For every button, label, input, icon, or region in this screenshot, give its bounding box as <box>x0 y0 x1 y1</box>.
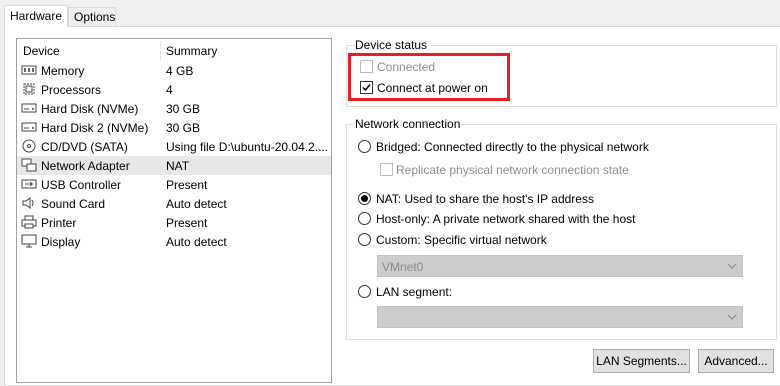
chevron-down-icon <box>727 263 737 269</box>
speaker-icon <box>22 197 34 209</box>
device-summary: 30 GB <box>166 121 201 135</box>
device-status-title: Device status <box>353 38 430 52</box>
connect-at-power-on-checkbox[interactable] <box>360 81 373 94</box>
printer-icon <box>21 215 37 229</box>
custom-network-select[interactable]: VMnet0 <box>377 255 743 277</box>
hard-disk-icon <box>21 103 37 113</box>
device-status-group: Device status Connected Connect at power… <box>346 38 777 107</box>
device-summary: 4 GB <box>166 64 194 78</box>
device-row-display[interactable]: Display Auto detect <box>17 232 331 251</box>
device-row-sound-card[interactable]: Sound Card Auto detect <box>17 194 331 213</box>
device-name: Network Adapter <box>41 159 130 173</box>
tab-hardware[interactable]: Hardware <box>4 5 68 27</box>
host-only-radio[interactable] <box>358 212 371 225</box>
device-name: Printer <box>41 216 77 230</box>
device-row-printer[interactable]: Printer Present <box>17 213 331 232</box>
advanced-button[interactable]: Advanced... <box>698 349 774 373</box>
memory-icon <box>21 65 37 75</box>
chevron-down-icon <box>727 314 737 320</box>
column-header-summary[interactable]: Summary <box>166 44 217 58</box>
hard-disk-icon <box>21 122 37 132</box>
cd-dvd-icon <box>22 139 36 153</box>
device-name: Hard Disk 2 (NVMe) <box>41 121 149 135</box>
column-separator[interactable] <box>160 41 161 61</box>
device-row-memory[interactable]: Memory 4 GB <box>17 61 331 80</box>
custom-network-value: VMnet0 <box>382 260 424 274</box>
device-name: Display <box>41 235 81 249</box>
network-adapter-icon <box>21 158 37 172</box>
lan-segments-button[interactable]: LAN Segments... <box>593 349 690 373</box>
lan-segment-label: LAN segment: <box>376 285 453 299</box>
device-name: Memory <box>41 64 85 78</box>
device-summary: Present <box>166 178 208 192</box>
device-summary: NAT <box>166 159 190 173</box>
device-summary: Using file D:\ubuntu-20.04.2.... <box>166 140 329 154</box>
lan-segment-select[interactable] <box>377 306 743 328</box>
checkmark-icon <box>362 84 371 92</box>
device-name: Processors <box>41 83 102 97</box>
processor-icon <box>23 83 35 95</box>
bridged-label: Bridged: Connected directly to the physi… <box>376 140 649 154</box>
device-summary: 30 GB <box>166 102 201 116</box>
network-connection-group: Network connection Bridged: Connected di… <box>346 117 777 340</box>
device-name: CD/DVD (SATA) <box>41 140 128 154</box>
connect-at-power-on-label: Connect at power on <box>377 81 488 95</box>
host-only-label: Host-only: A private network shared with… <box>376 212 636 226</box>
connected-checkbox[interactable] <box>360 60 373 73</box>
device-row-network-adapter[interactable]: Network Adapter NAT <box>17 156 331 175</box>
nat-radio[interactable] <box>358 192 371 205</box>
custom-label: Custom: Specific virtual network <box>376 233 547 247</box>
device-summary: Present <box>166 216 208 230</box>
network-connection-title: Network connection <box>353 117 463 131</box>
device-list[interactable]: Device Summary Memory 4 GB Processors 4 … <box>16 38 332 383</box>
tab-options-label: Options <box>74 10 116 24</box>
nat-label: NAT: Used to share the host's IP address <box>376 192 594 206</box>
replicate-state-label: Replicate physical network connection st… <box>396 163 629 177</box>
replicate-state-checkbox[interactable] <box>380 163 393 176</box>
device-row-processors[interactable]: Processors 4 <box>17 80 331 99</box>
device-name: Sound Card <box>41 197 106 211</box>
device-summary: Auto detect <box>166 197 227 211</box>
bridged-radio[interactable] <box>358 140 371 153</box>
device-name: USB Controller <box>41 178 122 192</box>
tab-options[interactable]: Options <box>68 7 116 26</box>
usb-icon <box>21 179 37 189</box>
lan-segment-radio[interactable] <box>358 285 371 298</box>
tab-hardware-label: Hardware <box>10 9 63 23</box>
device-summary: Auto detect <box>166 235 227 249</box>
device-row-hard-disk[interactable]: Hard Disk (NVMe) 30 GB <box>17 99 331 118</box>
monitor-icon <box>21 234 37 248</box>
column-header-device[interactable]: Device <box>23 44 60 58</box>
device-name: Hard Disk (NVMe) <box>41 102 139 116</box>
device-row-usb-controller[interactable]: USB Controller Present <box>17 175 331 194</box>
custom-radio[interactable] <box>358 233 371 246</box>
device-row-cd-dvd[interactable]: CD/DVD (SATA) Using file D:\ubuntu-20.04… <box>17 137 331 156</box>
device-list-header: Device Summary <box>17 39 331 61</box>
device-row-hard-disk-2[interactable]: Hard Disk 2 (NVMe) 30 GB <box>17 118 331 137</box>
device-summary: 4 <box>166 83 173 97</box>
connected-label: Connected <box>377 60 436 74</box>
